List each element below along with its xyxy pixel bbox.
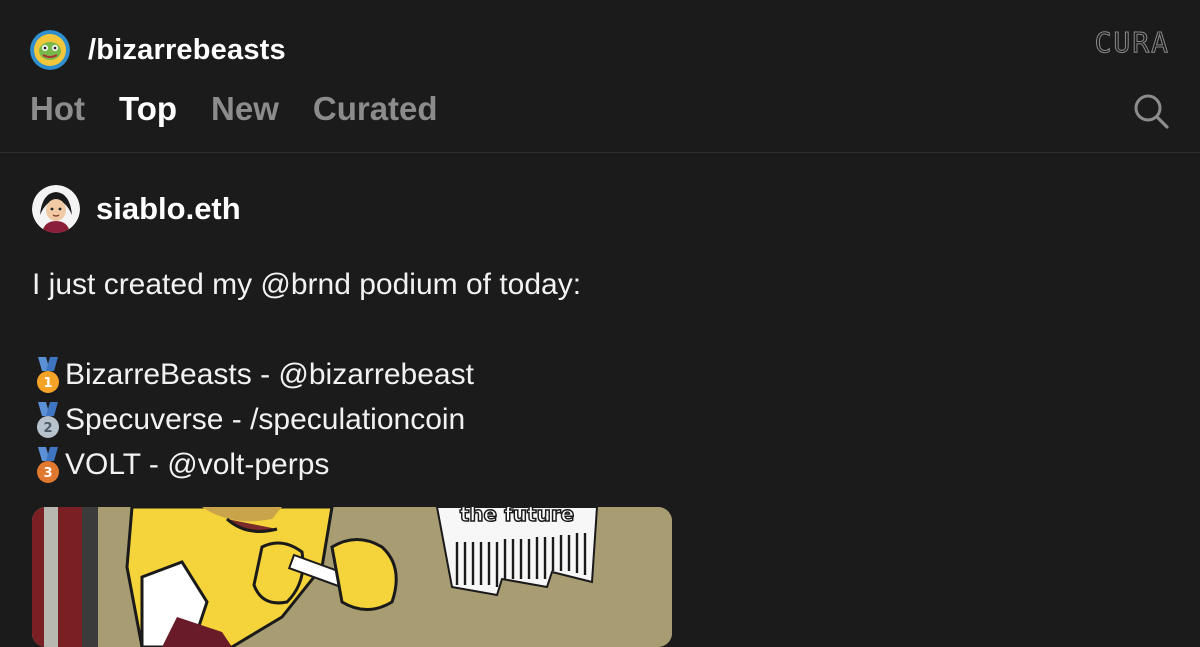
post-intro: I just created my @brnd podium of today: bbox=[32, 268, 582, 301]
post-image[interactable]: the future bbox=[32, 507, 672, 647]
channel-header[interactable]: /bizarrebeasts bbox=[30, 30, 286, 70]
podium-text: VOLT - @volt-perps bbox=[65, 448, 330, 481]
cartoon-image: the future bbox=[32, 507, 672, 647]
podium-item: 2 Specuverse - /speculationcoin bbox=[32, 397, 1168, 442]
channel-avatar[interactable] bbox=[30, 30, 70, 70]
podium-item: 3 VOLT - @volt-perps bbox=[32, 442, 1168, 487]
tab-curated[interactable]: Curated bbox=[313, 90, 438, 128]
tab-top[interactable]: Top bbox=[119, 90, 177, 128]
podium-text: BizarreBeasts - @bizarrebeast bbox=[65, 358, 474, 391]
svg-text:3: 3 bbox=[43, 466, 52, 481]
post-body: I just created my @brnd podium of today:… bbox=[32, 262, 1168, 487]
post-author[interactable]: siablo.eth bbox=[32, 184, 1168, 234]
feed-header: /bizarrebeasts CURA Hot Top New Curated bbox=[0, 0, 1200, 153]
gold-medal-icon: 1 bbox=[37, 356, 59, 393]
bronze-medal-icon: 3 bbox=[37, 446, 59, 483]
cast-post: siablo.eth I just created my @brnd podiu… bbox=[32, 184, 1168, 487]
channel-name[interactable]: /bizarrebeasts bbox=[88, 34, 286, 67]
tab-hot[interactable]: Hot bbox=[30, 90, 85, 128]
search-button[interactable] bbox=[1132, 92, 1170, 130]
podium-text: Specuverse - /speculationcoin bbox=[65, 403, 466, 436]
author-avatar[interactable] bbox=[32, 185, 80, 233]
svg-text:2: 2 bbox=[43, 421, 52, 436]
brand-logo: CURA bbox=[1094, 26, 1170, 60]
author-name[interactable]: siablo.eth bbox=[96, 191, 241, 227]
svg-text:1: 1 bbox=[43, 376, 52, 391]
silver-medal-icon: 2 bbox=[37, 401, 59, 438]
svg-text:the future: the future bbox=[460, 507, 575, 526]
feed-tabs: Hot Top New Curated bbox=[30, 90, 472, 128]
search-icon bbox=[1134, 94, 1169, 129]
podium-item: 1 BizarreBeasts - @bizarrebeast bbox=[32, 352, 1168, 397]
tab-new[interactable]: New bbox=[211, 90, 279, 128]
